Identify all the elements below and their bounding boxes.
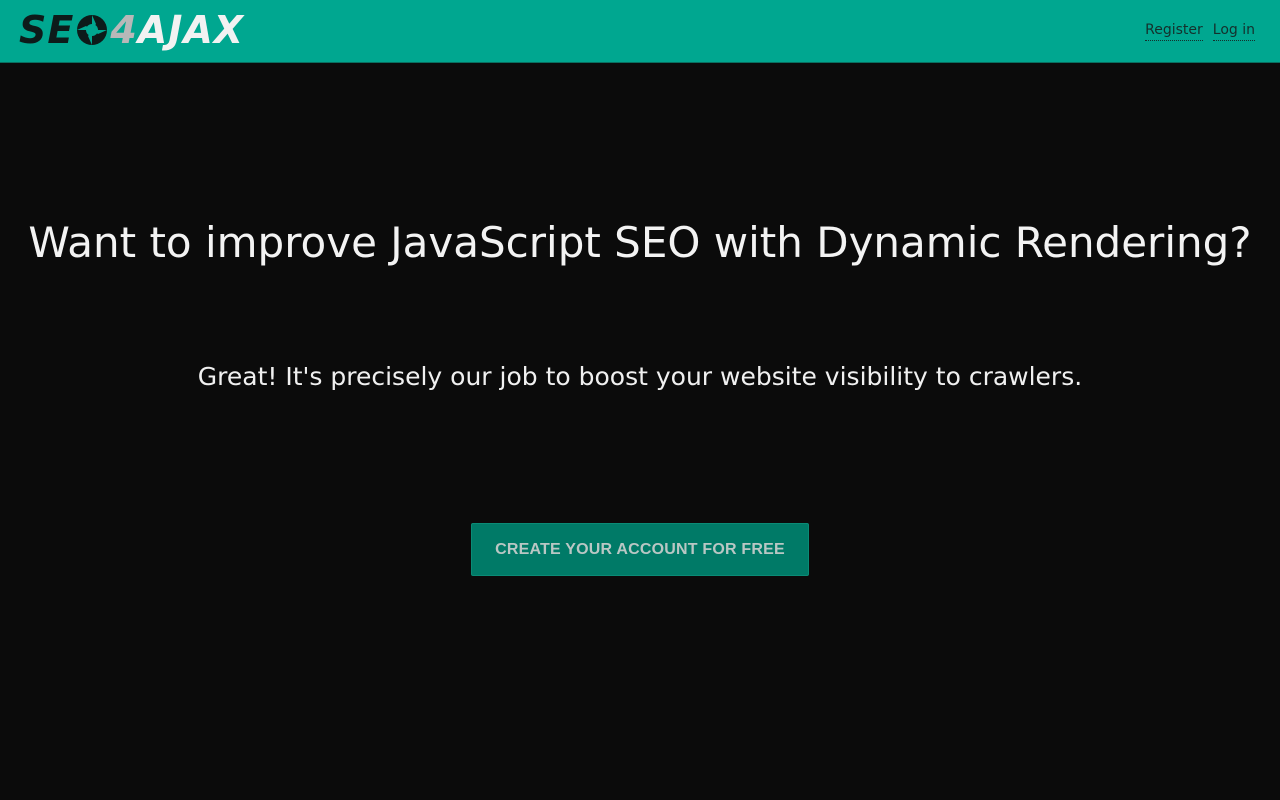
header-nav: Register Log in [1145,22,1255,41]
seo4ajax-logo[interactable]: SE 4 AJAX [19,8,245,52]
logo-text-se: SE [19,8,75,52]
login-link[interactable]: Log in [1212,22,1255,41]
aperture-icon [77,15,108,45]
hero-title: Want to improve JavaScript SEO with Dyna… [28,218,1252,267]
top-header: SE 4 AJAX Register Log in [0,0,1280,63]
logo-text-4: 4 [110,8,138,52]
create-account-button[interactable]: Create your account for free [471,523,809,576]
logo-text-ajax: AJAX [137,8,245,52]
hero-subtitle: Great! It's precisely our job to boost y… [197,362,1083,391]
register-link[interactable]: Register [1145,22,1203,41]
